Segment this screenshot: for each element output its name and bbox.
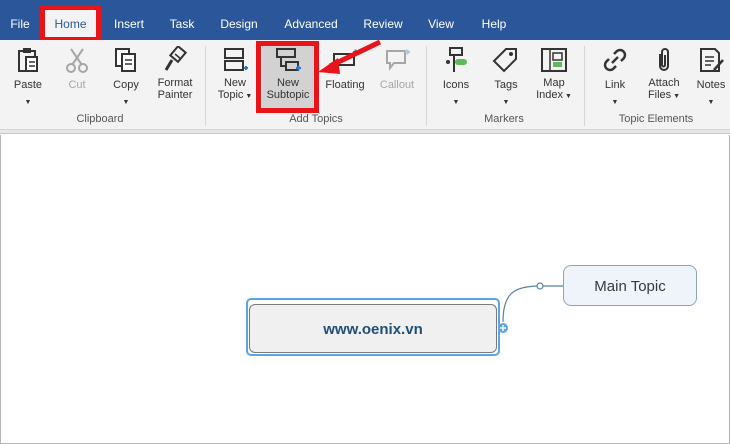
branch-connector-line	[502, 285, 563, 323]
add-subtopic-plus-icon[interactable]	[497, 322, 509, 334]
main-topic[interactable]: Main Topic	[563, 265, 697, 306]
central-topic[interactable]: www.oenix.vn	[249, 304, 497, 353]
annotation-arrow-head-icon	[318, 58, 340, 74]
connector-lines	[318, 39, 563, 323]
branch-collapse-handle-icon[interactable]	[536, 282, 544, 290]
